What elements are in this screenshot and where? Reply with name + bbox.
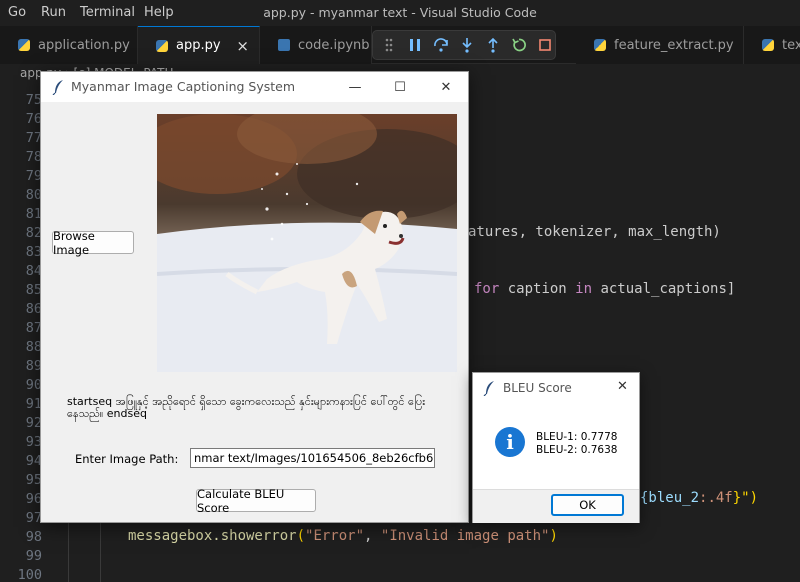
preview-image — [157, 114, 457, 372]
tab-app-py[interactable]: app.py × — [138, 26, 260, 64]
menu-run[interactable]: Run — [41, 5, 66, 20]
tab-label: code.ipynb — [298, 37, 370, 53]
messagebox-titlebar[interactable]: BLEU Score ✕ — [473, 373, 639, 403]
menu-go[interactable]: Go — [8, 5, 26, 20]
close-icon[interactable]: × — [236, 37, 249, 55]
vscode-titlebar: Go Run Terminal Help app.py - myanmar te… — [0, 0, 800, 26]
code-text: , — [364, 528, 381, 544]
tab-label: feature_extract.py — [614, 37, 734, 53]
tab-code-ipynb[interactable]: code.ipynb — [260, 26, 372, 64]
line-number: 99 — [25, 548, 42, 564]
code-text: caption — [499, 281, 576, 297]
tab-label: app.py — [176, 38, 221, 53]
step-out-icon[interactable] — [485, 37, 501, 53]
line-number: 78 — [25, 149, 42, 165]
code-text: {bleu_2 — [640, 490, 700, 506]
line-number: 91 — [25, 396, 42, 412]
code-text: actual_captions] — [592, 281, 736, 297]
app-window: Myanmar Image Captioning System — ☐ ✕ Br… — [40, 71, 469, 523]
code-line-96: {bleu_2:.4f}") — [640, 490, 758, 506]
line-number: 80 — [25, 187, 42, 203]
code-text: ( — [296, 528, 306, 544]
tk-feather-icon — [52, 80, 63, 95]
code-line-82: atures, tokenizer, max_length) — [468, 224, 721, 240]
messagebox-body: i BLEU-1: 0.7778 BLEU-2: 0.7638 — [473, 403, 639, 489]
code-text: "Error" — [305, 528, 365, 544]
info-icon: i — [495, 427, 525, 457]
line-number: 90 — [25, 377, 42, 393]
menu-help[interactable]: Help — [144, 5, 174, 20]
line-number: 75 — [25, 92, 42, 108]
line-number: 92 — [25, 415, 42, 431]
python-icon — [594, 39, 606, 51]
messagebox-footer: OK — [473, 489, 639, 523]
line-number: 88 — [25, 339, 42, 355]
line-number: 97 — [25, 510, 42, 526]
tab-feature-extract-py[interactable]: feature_extract.py — [576, 26, 744, 64]
tab-application-py[interactable]: application.py — [0, 26, 138, 64]
calculate-bleu-button[interactable]: Calculate BLEU Score — [196, 487, 316, 515]
code-line-85: for caption in actual_captions] — [474, 281, 735, 297]
tab-text[interactable]: text_ — [744, 26, 800, 64]
code-text: ) — [549, 528, 558, 544]
close-icon[interactable]: ✕ — [434, 76, 458, 98]
step-over-icon[interactable] — [433, 37, 449, 53]
line-number: 89 — [25, 358, 42, 374]
line-number: 84 — [25, 263, 42, 279]
maximize-icon[interactable]: ☐ — [388, 76, 412, 98]
python-icon — [762, 39, 774, 51]
code-text: }") — [732, 490, 759, 506]
code-text: messagebox.showerror — [128, 528, 297, 544]
line-number: 95 — [25, 472, 42, 488]
bleu-2-text: BLEU-2: 0.7638 — [536, 444, 618, 456]
keyword: for — [474, 281, 500, 297]
line-number: 93 — [25, 434, 42, 450]
menu-terminal[interactable]: Terminal — [80, 5, 135, 20]
image-path-input[interactable]: nmar text/Images/101654506_8eb26cfb60.jp… — [190, 448, 435, 468]
ok-button[interactable]: OK — [551, 494, 624, 516]
line-number: 77 — [25, 130, 42, 146]
code-text: "Invalid image path" — [380, 528, 550, 544]
debug-toolbar — [372, 30, 556, 60]
line-number: 87 — [25, 320, 42, 336]
line-number: 98 — [25, 529, 42, 545]
tk-feather-icon — [483, 381, 494, 396]
python-icon — [18, 39, 30, 51]
tab-label: text_ — [782, 37, 800, 53]
keyword: in — [575, 281, 593, 297]
notebook-icon — [278, 39, 290, 51]
minimize-icon[interactable]: — — [343, 76, 367, 98]
line-number: 81 — [25, 206, 42, 222]
app-titlebar[interactable]: Myanmar Image Captioning System — ☐ ✕ — [41, 72, 468, 102]
python-icon — [156, 39, 168, 52]
bleu-1-text: BLEU-1: 0.7778 — [536, 431, 618, 443]
code-line-98: messagebox.showerror("Error", "Invalid i… — [128, 528, 558, 544]
line-number: 83 — [25, 244, 42, 260]
line-number: 94 — [25, 453, 42, 469]
bleu-messagebox: BLEU Score ✕ i BLEU-1: 0.7778 BLEU-2: 0.… — [472, 372, 640, 523]
line-number: 96 — [25, 491, 42, 507]
app-title: Myanmar Image Captioning System — [71, 79, 296, 94]
image-path-label: Enter Image Path: — [75, 452, 179, 466]
caption-text: startseq အဖြူနှင့် အညိုရောင် ရှိသော ခွေး… — [67, 395, 426, 420]
messagebox-title: BLEU Score — [503, 381, 572, 395]
line-number: 79 — [25, 168, 42, 184]
step-into-icon[interactable] — [459, 37, 475, 53]
restart-icon[interactable] — [511, 37, 527, 53]
tab-label: application.py — [38, 37, 130, 53]
close-icon[interactable]: ✕ — [617, 379, 628, 394]
line-number: 86 — [25, 301, 42, 317]
stop-icon[interactable] — [537, 37, 553, 53]
browse-image-button[interactable]: Browse Image — [52, 229, 134, 257]
line-number: 76 — [25, 111, 42, 127]
line-number: 82 — [25, 225, 42, 241]
pause-icon[interactable] — [407, 37, 423, 53]
line-number: 100 — [17, 567, 42, 582]
drag-handle-icon[interactable] — [381, 37, 397, 53]
line-number: 85 — [25, 282, 42, 298]
code-text: :.4f — [699, 490, 733, 506]
